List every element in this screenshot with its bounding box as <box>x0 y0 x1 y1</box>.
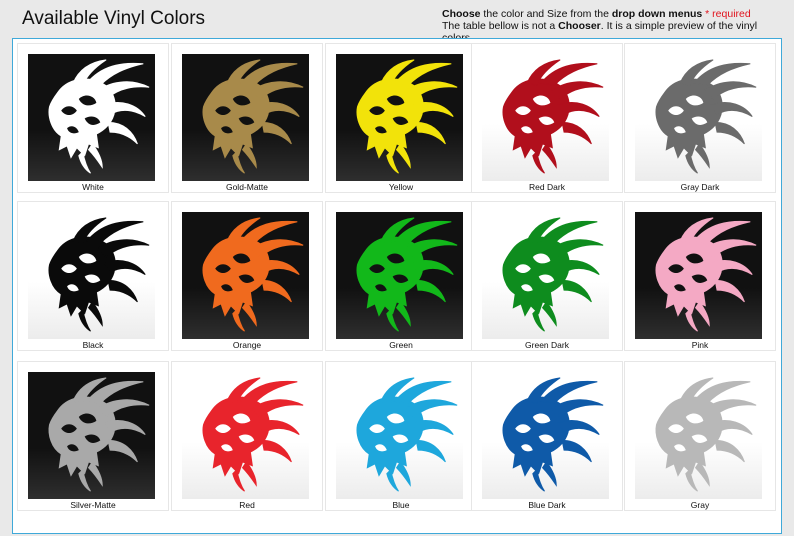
tribal-skull-icon <box>202 377 304 492</box>
tribal-skull-icon <box>48 377 150 492</box>
chooser-text: Chooser <box>558 20 601 32</box>
swatch-cell: Orange <box>171 201 323 351</box>
swatch-preview-image <box>336 54 463 181</box>
swatch-cell: Red <box>171 361 323 511</box>
swatch-label: Orange <box>232 340 262 350</box>
note-text: The table bellow is not a <box>442 20 559 32</box>
drop-down-text: drop down menus <box>611 8 703 20</box>
swatch-cell: White <box>17 43 169 193</box>
swatch-cell: Black <box>17 201 169 351</box>
swatch-cell: Gray Dark <box>624 43 776 193</box>
tribal-skull-icon <box>356 217 458 332</box>
tribal-skull-icon <box>655 377 757 492</box>
swatch-preview-image <box>182 212 309 339</box>
page-title: Available Vinyl Colors <box>22 8 206 29</box>
tribal-skull-icon <box>48 59 150 174</box>
swatch-label: Gold-Matte <box>225 182 269 192</box>
tribal-skull-icon <box>655 217 757 332</box>
swatch-preview-image <box>336 212 463 339</box>
swatch-preview-image <box>635 212 762 339</box>
choose-text: Choose <box>442 8 481 20</box>
swatch-cell: Gold-Matte <box>171 43 323 193</box>
swatch-cell: Yellow <box>325 43 477 193</box>
swatch-label: Silver-Matte <box>70 500 116 510</box>
tribal-skull-icon <box>48 217 150 332</box>
tribal-skull-icon <box>202 217 304 332</box>
tribal-skull-icon <box>356 59 458 174</box>
tribal-skull-icon <box>202 59 304 174</box>
swatch-preview-image <box>482 372 609 499</box>
swatch-label: Black <box>82 340 104 350</box>
swatch-cell: Green Dark <box>471 201 623 351</box>
tribal-skull-icon <box>356 377 458 492</box>
swatch-label: Gray <box>690 500 710 510</box>
swatch-cell: Blue <box>325 361 477 511</box>
swatch-preview-image <box>28 54 155 181</box>
tribal-skull-icon <box>655 59 757 174</box>
swatch-label: Yellow <box>388 182 414 192</box>
required-text: * required <box>702 8 751 20</box>
swatch-label: White <box>82 182 104 192</box>
swatch-cell: Pink <box>624 201 776 351</box>
swatch-preview-image <box>336 372 463 499</box>
swatch-preview-image <box>635 54 762 181</box>
note-text: the color and Size from the <box>480 8 612 20</box>
swatch-preview-image <box>182 372 309 499</box>
swatch-preview-image <box>482 54 609 181</box>
swatch-label: Gray Dark <box>680 182 720 192</box>
tribal-skull-icon <box>502 377 604 492</box>
swatch-label: Red Dark <box>529 182 565 192</box>
swatch-label: Green <box>389 340 413 350</box>
swatch-label: Green Dark <box>525 340 569 350</box>
swatch-label: Red <box>239 500 255 510</box>
swatch-cell: Gray <box>624 361 776 511</box>
instructions-line-1: Choose the color and Size from the drop … <box>442 8 782 20</box>
swatch-label: Pink <box>691 340 709 350</box>
swatch-preview-image <box>182 54 309 181</box>
swatch-cell: Red Dark <box>471 43 623 193</box>
swatch-preview-image <box>635 372 762 499</box>
swatch-preview-image <box>28 372 155 499</box>
swatch-label: Blue Dark <box>528 500 566 510</box>
tribal-skull-icon <box>502 59 604 174</box>
tribal-skull-icon <box>502 217 604 332</box>
swatch-label: Blue <box>392 500 410 510</box>
swatch-preview-image <box>482 212 609 339</box>
swatch-cell: Green <box>325 201 477 351</box>
color-swatch-grid: White Gold-Matte Yellow Red Dark Gray Dark Bl… <box>12 38 782 534</box>
swatch-cell: Silver-Matte <box>17 361 169 511</box>
swatch-preview-image <box>28 212 155 339</box>
swatch-cell: Blue Dark <box>471 361 623 511</box>
